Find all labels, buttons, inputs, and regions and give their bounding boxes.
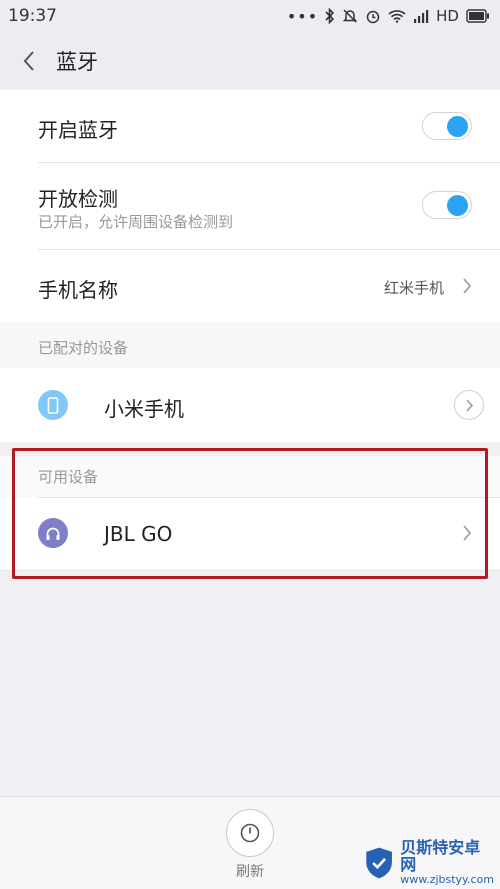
page-header: 蓝牙 — [0, 32, 500, 90]
discoverable-subtitle: 已开启，允许周围设备检测到 — [38, 213, 234, 231]
discoverable-row[interactable]: 开放检测 已开启，允许周围设备检测到 — [0, 163, 500, 249]
watermark-title: 贝斯特安卓网 — [400, 838, 481, 875]
available-device-name: JBL GO — [104, 522, 173, 546]
phone-icon — [38, 390, 68, 420]
signal-icon — [414, 10, 429, 23]
discoverable-label: 开放检测 — [38, 187, 118, 211]
available-section-title: 可用设备 — [38, 468, 99, 486]
page-title: 蓝牙 — [56, 50, 98, 74]
device-detail-button[interactable] — [454, 390, 484, 420]
back-button[interactable] — [0, 32, 58, 90]
network-type: HD — [436, 7, 459, 25]
watermark-logo: 贝斯特安卓网 www.zjbstyy.com — [362, 838, 494, 887]
chevron-left-icon — [23, 51, 34, 71]
paired-device-row[interactable]: 小米手机 — [0, 368, 500, 442]
chevron-right-icon — [466, 399, 474, 412]
chevron-right-icon — [463, 525, 472, 541]
bluetooth-toggle[interactable] — [422, 112, 472, 140]
watermark-url: www.zjbstyy.com — [400, 873, 494, 887]
device-name-label: 手机名称 — [38, 278, 118, 302]
discoverable-toggle[interactable] — [422, 191, 472, 219]
more-dots-icon: ••• — [286, 6, 319, 26]
available-section-header: 可用设备 — [0, 456, 500, 498]
paired-device-name: 小米手机 — [104, 397, 184, 421]
dnd-icon — [342, 9, 358, 23]
bluetooth-on-label: 开启蓝牙 — [38, 118, 118, 142]
paired-section-header: 已配对的设备 — [0, 322, 500, 368]
alarm-icon — [366, 10, 380, 24]
refresh-button[interactable] — [226, 809, 274, 857]
device-name-row[interactable]: 手机名称 红米手机 — [0, 250, 500, 322]
chevron-right-icon — [463, 278, 472, 294]
status-time: 19:37 — [8, 6, 57, 26]
battery-icon — [466, 9, 489, 23]
device-name-value: 红米手机 — [383, 279, 444, 297]
clock-icon — [240, 823, 260, 843]
toggle-knob — [447, 195, 468, 216]
bluetooth-toggle-row[interactable]: 开启蓝牙 — [0, 90, 500, 162]
available-device-row[interactable]: JBL GO — [0, 498, 500, 570]
bluetooth-icon — [325, 8, 335, 24]
watermark-shield-icon — [366, 847, 392, 879]
paired-section-title: 已配对的设备 — [38, 339, 129, 357]
headphones-icon — [38, 518, 68, 548]
wifi-icon — [388, 10, 406, 23]
section-gap — [0, 442, 500, 456]
divider — [0, 570, 500, 571]
status-bar: 19:37 ••• HD — [0, 0, 500, 32]
toggle-knob — [447, 116, 468, 137]
